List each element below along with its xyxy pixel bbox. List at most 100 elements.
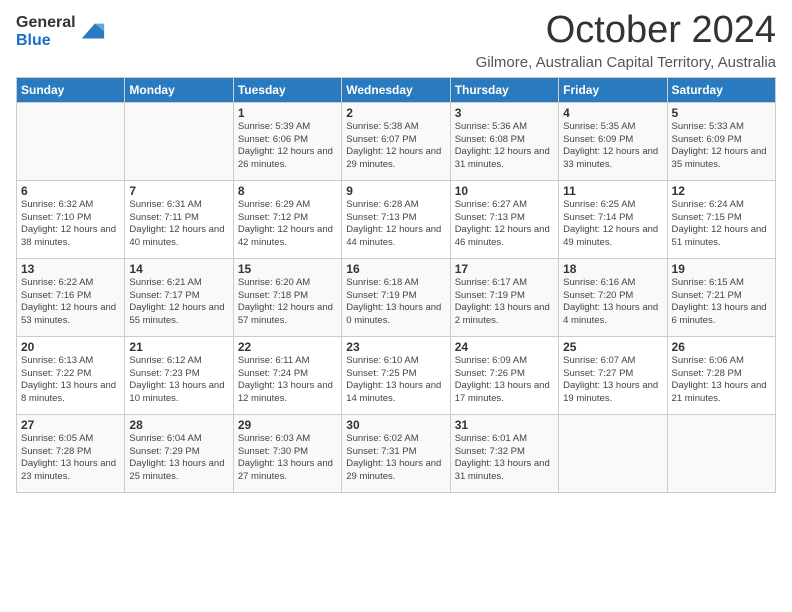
day-cell: 1Sunrise: 5:39 AM Sunset: 6:06 PM Daylig… — [233, 102, 341, 180]
col-tuesday: Tuesday — [233, 77, 341, 102]
day-number: 29 — [238, 418, 337, 432]
day-info: Sunrise: 6:31 AM Sunset: 7:11 PM Dayligh… — [129, 199, 228, 250]
day-info: Sunrise: 6:01 AM Sunset: 7:32 PM Dayligh… — [455, 433, 554, 484]
day-number: 15 — [238, 262, 337, 276]
day-number: 19 — [672, 262, 771, 276]
col-thursday: Thursday — [450, 77, 558, 102]
day-cell: 12Sunrise: 6:24 AM Sunset: 7:15 PM Dayli… — [667, 180, 775, 258]
week-row-4: 20Sunrise: 6:13 AM Sunset: 7:22 PM Dayli… — [17, 336, 776, 414]
day-info: Sunrise: 6:25 AM Sunset: 7:14 PM Dayligh… — [563, 199, 662, 250]
col-friday: Friday — [559, 77, 667, 102]
day-number: 11 — [563, 184, 662, 198]
day-info: Sunrise: 5:36 AM Sunset: 6:08 PM Dayligh… — [455, 121, 554, 172]
week-row-2: 6Sunrise: 6:32 AM Sunset: 7:10 PM Daylig… — [17, 180, 776, 258]
logo-blue: Blue — [16, 32, 76, 50]
week-row-1: 1Sunrise: 5:39 AM Sunset: 6:06 PM Daylig… — [17, 102, 776, 180]
day-cell: 15Sunrise: 6:20 AM Sunset: 7:18 PM Dayli… — [233, 258, 341, 336]
day-cell: 21Sunrise: 6:12 AM Sunset: 7:23 PM Dayli… — [125, 336, 233, 414]
day-cell: 23Sunrise: 6:10 AM Sunset: 7:25 PM Dayli… — [342, 336, 450, 414]
day-cell: 5Sunrise: 5:33 AM Sunset: 6:09 PM Daylig… — [667, 102, 775, 180]
day-info: Sunrise: 6:28 AM Sunset: 7:13 PM Dayligh… — [346, 199, 445, 250]
day-info: Sunrise: 6:09 AM Sunset: 7:26 PM Dayligh… — [455, 355, 554, 406]
day-number: 16 — [346, 262, 445, 276]
day-number: 7 — [129, 184, 228, 198]
day-number: 4 — [563, 106, 662, 120]
day-cell: 4Sunrise: 5:35 AM Sunset: 6:09 PM Daylig… — [559, 102, 667, 180]
calendar-header: Sunday Monday Tuesday Wednesday Thursday… — [17, 77, 776, 102]
header-row: Sunday Monday Tuesday Wednesday Thursday… — [17, 77, 776, 102]
day-cell — [559, 414, 667, 492]
day-info: Sunrise: 6:10 AM Sunset: 7:25 PM Dayligh… — [346, 355, 445, 406]
day-cell: 27Sunrise: 6:05 AM Sunset: 7:28 PM Dayli… — [17, 414, 125, 492]
day-info: Sunrise: 6:07 AM Sunset: 7:27 PM Dayligh… — [563, 355, 662, 406]
day-info: Sunrise: 6:13 AM Sunset: 7:22 PM Dayligh… — [21, 355, 120, 406]
day-info: Sunrise: 5:38 AM Sunset: 6:07 PM Dayligh… — [346, 121, 445, 172]
day-cell: 22Sunrise: 6:11 AM Sunset: 7:24 PM Dayli… — [233, 336, 341, 414]
logo-text: General Blue — [16, 14, 76, 49]
day-number: 14 — [129, 262, 228, 276]
logo-icon — [78, 18, 106, 46]
day-cell: 7Sunrise: 6:31 AM Sunset: 7:11 PM Daylig… — [125, 180, 233, 258]
day-info: Sunrise: 6:02 AM Sunset: 7:31 PM Dayligh… — [346, 433, 445, 484]
day-number: 27 — [21, 418, 120, 432]
day-number: 17 — [455, 262, 554, 276]
day-number: 1 — [238, 106, 337, 120]
day-number: 18 — [563, 262, 662, 276]
day-number: 31 — [455, 418, 554, 432]
day-cell: 17Sunrise: 6:17 AM Sunset: 7:19 PM Dayli… — [450, 258, 558, 336]
logo-general: General — [16, 14, 76, 32]
col-saturday: Saturday — [667, 77, 775, 102]
day-info: Sunrise: 6:18 AM Sunset: 7:19 PM Dayligh… — [346, 277, 445, 328]
day-number: 5 — [672, 106, 771, 120]
day-cell: 6Sunrise: 6:32 AM Sunset: 7:10 PM Daylig… — [17, 180, 125, 258]
col-sunday: Sunday — [17, 77, 125, 102]
day-info: Sunrise: 6:20 AM Sunset: 7:18 PM Dayligh… — [238, 277, 337, 328]
day-cell: 9Sunrise: 6:28 AM Sunset: 7:13 PM Daylig… — [342, 180, 450, 258]
day-number: 23 — [346, 340, 445, 354]
day-cell: 26Sunrise: 6:06 AM Sunset: 7:28 PM Dayli… — [667, 336, 775, 414]
day-cell: 10Sunrise: 6:27 AM Sunset: 7:13 PM Dayli… — [450, 180, 558, 258]
header: General Blue October 2024 Gilmore, Austr… — [16, 10, 776, 71]
day-cell: 14Sunrise: 6:21 AM Sunset: 7:17 PM Dayli… — [125, 258, 233, 336]
day-info: Sunrise: 6:24 AM Sunset: 7:15 PM Dayligh… — [672, 199, 771, 250]
day-cell: 2Sunrise: 5:38 AM Sunset: 6:07 PM Daylig… — [342, 102, 450, 180]
day-info: Sunrise: 6:29 AM Sunset: 7:12 PM Dayligh… — [238, 199, 337, 250]
day-number: 8 — [238, 184, 337, 198]
day-info: Sunrise: 5:35 AM Sunset: 6:09 PM Dayligh… — [563, 121, 662, 172]
day-cell: 13Sunrise: 6:22 AM Sunset: 7:16 PM Dayli… — [17, 258, 125, 336]
day-cell: 20Sunrise: 6:13 AM Sunset: 7:22 PM Dayli… — [17, 336, 125, 414]
day-cell: 3Sunrise: 5:36 AM Sunset: 6:08 PM Daylig… — [450, 102, 558, 180]
day-cell: 8Sunrise: 6:29 AM Sunset: 7:12 PM Daylig… — [233, 180, 341, 258]
logo: General Blue — [16, 14, 106, 49]
day-info: Sunrise: 6:04 AM Sunset: 7:29 PM Dayligh… — [129, 433, 228, 484]
day-number: 3 — [455, 106, 554, 120]
week-row-3: 13Sunrise: 6:22 AM Sunset: 7:16 PM Dayli… — [17, 258, 776, 336]
month-title: October 2024 — [476, 10, 776, 52]
day-info: Sunrise: 6:05 AM Sunset: 7:28 PM Dayligh… — [21, 433, 120, 484]
day-info: Sunrise: 5:33 AM Sunset: 6:09 PM Dayligh… — [672, 121, 771, 172]
day-number: 2 — [346, 106, 445, 120]
day-info: Sunrise: 6:16 AM Sunset: 7:20 PM Dayligh… — [563, 277, 662, 328]
col-wednesday: Wednesday — [342, 77, 450, 102]
day-info: Sunrise: 6:12 AM Sunset: 7:23 PM Dayligh… — [129, 355, 228, 406]
day-cell — [17, 102, 125, 180]
day-cell: 29Sunrise: 6:03 AM Sunset: 7:30 PM Dayli… — [233, 414, 341, 492]
day-number: 13 — [21, 262, 120, 276]
day-info: Sunrise: 6:03 AM Sunset: 7:30 PM Dayligh… — [238, 433, 337, 484]
day-number: 6 — [21, 184, 120, 198]
day-info: Sunrise: 6:15 AM Sunset: 7:21 PM Dayligh… — [672, 277, 771, 328]
day-number: 21 — [129, 340, 228, 354]
day-number: 25 — [563, 340, 662, 354]
day-cell: 28Sunrise: 6:04 AM Sunset: 7:29 PM Dayli… — [125, 414, 233, 492]
day-info: Sunrise: 6:17 AM Sunset: 7:19 PM Dayligh… — [455, 277, 554, 328]
day-info: Sunrise: 6:32 AM Sunset: 7:10 PM Dayligh… — [21, 199, 120, 250]
day-cell: 31Sunrise: 6:01 AM Sunset: 7:32 PM Dayli… — [450, 414, 558, 492]
day-cell: 18Sunrise: 6:16 AM Sunset: 7:20 PM Dayli… — [559, 258, 667, 336]
title-block: October 2024 Gilmore, Australian Capital… — [476, 10, 776, 71]
col-monday: Monday — [125, 77, 233, 102]
day-number: 30 — [346, 418, 445, 432]
day-cell — [667, 414, 775, 492]
day-info: Sunrise: 6:11 AM Sunset: 7:24 PM Dayligh… — [238, 355, 337, 406]
calendar-page: General Blue October 2024 Gilmore, Austr… — [0, 0, 792, 612]
day-cell — [125, 102, 233, 180]
